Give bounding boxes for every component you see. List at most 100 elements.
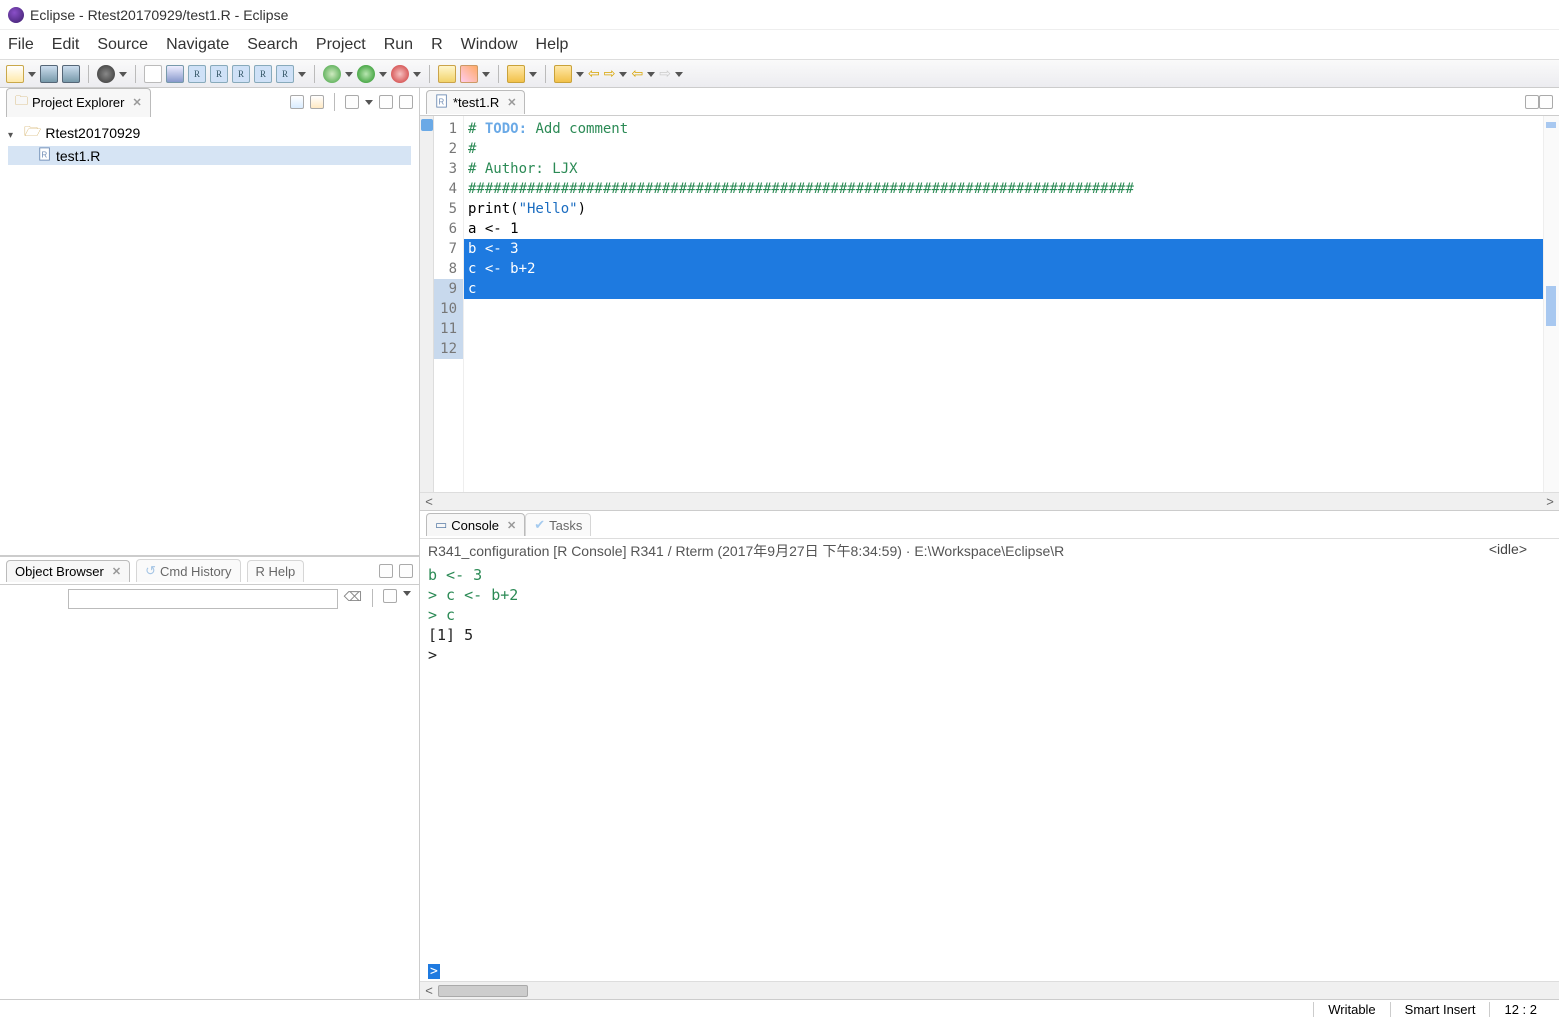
r-doc-icon[interactable]: R (188, 65, 206, 83)
dropdown-icon[interactable] (119, 70, 127, 78)
separator-icon (372, 589, 373, 607)
scroll-thumb[interactable] (438, 985, 528, 997)
minimize-icon[interactable] (379, 564, 393, 578)
wand-icon[interactable] (166, 65, 184, 83)
search-icon[interactable] (460, 65, 478, 83)
project-tree[interactable]: 🗁 Rtest20170929 R test1.R (0, 116, 419, 555)
maximize-icon[interactable] (399, 95, 413, 109)
tree-project-node[interactable]: 🗁 Rtest20170929 (8, 120, 411, 146)
minimize-icon[interactable] (1525, 95, 1539, 109)
annotation-gutter[interactable] (420, 116, 434, 492)
console-info-text: R341_configuration [R Console] R341 / Rt… (428, 541, 1064, 561)
pin-icon[interactable] (554, 65, 572, 83)
object-browser-title: Object Browser (15, 564, 104, 579)
folder-icon[interactable] (438, 65, 456, 83)
save-icon[interactable] (40, 65, 58, 83)
debug-icon[interactable] (323, 65, 341, 83)
scroll-left-icon[interactable]: < (420, 494, 438, 509)
todo-marker-icon[interactable] (421, 119, 433, 131)
maximize-icon[interactable] (1539, 95, 1553, 109)
link-editor-icon[interactable] (310, 95, 324, 109)
separator-icon (334, 93, 335, 111)
menu-project[interactable]: Project (316, 36, 366, 54)
menu-help[interactable]: Help (536, 36, 569, 54)
r-step-icon[interactable]: R (232, 65, 250, 83)
close-icon[interactable]: ✕ (112, 565, 121, 578)
r-config-icon[interactable]: R (276, 65, 294, 83)
console-output[interactable]: b <- 3> c <- b+2> c[1] 5> (420, 563, 1559, 962)
clear-filter-icon[interactable]: ⌫ (344, 589, 362, 609)
r-help-tab[interactable]: R Help (247, 560, 305, 582)
new-icon[interactable] (6, 65, 24, 83)
focus-icon[interactable] (345, 95, 359, 109)
eclipse-icon (8, 7, 24, 23)
external-tools-icon[interactable] (391, 65, 409, 83)
build-icon[interactable] (97, 65, 115, 83)
tasks-tab[interactable]: ✔ Tasks (525, 513, 591, 536)
separator-icon (545, 65, 546, 83)
project-explorer-tab[interactable]: 🗀 Project Explorer ✕ (6, 88, 151, 117)
console-hscroll[interactable]: < (420, 981, 1559, 999)
refresh-icon[interactable] (383, 589, 397, 603)
dropdown-icon[interactable] (576, 70, 584, 78)
object-browser-toolbar: ⌫ (0, 585, 419, 613)
menu-run[interactable]: Run (384, 36, 413, 54)
dropdown-icon[interactable] (647, 70, 655, 78)
minimize-icon[interactable] (379, 95, 393, 109)
editor-hscroll[interactable]: < > (420, 492, 1559, 510)
overview-ruler[interactable] (1543, 116, 1559, 492)
nav-back-icon[interactable]: ⇦ (631, 65, 643, 82)
editor-tab[interactable]: R *test1.R ✕ (426, 90, 525, 114)
dropdown-icon[interactable] (298, 70, 306, 78)
dropdown-icon[interactable] (529, 70, 537, 78)
history-icon: ↺ (145, 563, 156, 579)
nav-fwd-icon[interactable]: ⇨ (659, 65, 671, 82)
collapse-all-icon[interactable] (290, 95, 304, 109)
dropdown-icon[interactable] (413, 70, 421, 78)
menu-source[interactable]: Source (97, 36, 148, 54)
menu-window[interactable]: Window (461, 36, 518, 54)
r-run-icon[interactable]: R (210, 65, 228, 83)
close-icon[interactable]: ✕ (133, 96, 142, 109)
menu-search[interactable]: Search (247, 36, 298, 54)
object-browser-tab[interactable]: Object Browser ✕ (6, 560, 130, 582)
editor-tab-title: *test1.R (453, 95, 499, 110)
dropdown-icon[interactable] (403, 589, 411, 597)
bookmark-icon[interactable] (507, 65, 525, 83)
console-icon: ▭ (435, 517, 447, 533)
back-arrow-icon[interactable]: ⇦ (588, 65, 600, 82)
title-bar: Eclipse - Rtest20170929/test1.R - Eclips… (0, 0, 1559, 30)
status-cursor-pos: 12 : 2 (1489, 1002, 1551, 1017)
scroll-left-icon[interactable]: < (420, 983, 438, 998)
save-all-icon[interactable] (62, 65, 80, 83)
menu-r[interactable]: R (431, 36, 443, 54)
expand-icon[interactable] (8, 125, 20, 141)
menu-navigate[interactable]: Navigate (166, 36, 229, 54)
dropdown-icon[interactable] (482, 70, 490, 78)
console-prompt[interactable]: > (420, 962, 1559, 981)
dropdown-icon[interactable] (28, 70, 36, 78)
line-number-gutter[interactable]: 123456789101112 (434, 116, 464, 492)
close-icon[interactable]: ✕ (507, 96, 516, 109)
run-icon[interactable] (357, 65, 375, 83)
menu-file[interactable]: File (8, 36, 34, 54)
dropdown-icon[interactable] (345, 70, 353, 78)
maximize-icon[interactable] (399, 564, 413, 578)
dropdown-icon[interactable] (379, 70, 387, 78)
view-menu-icon[interactable] (365, 98, 373, 106)
menu-edit[interactable]: Edit (52, 36, 80, 54)
dropdown-icon[interactable] (675, 70, 683, 78)
fwd-arrow-icon[interactable]: ⇨ (604, 65, 616, 82)
console-tab[interactable]: ▭ Console ✕ (426, 513, 525, 536)
r-fn-icon[interactable]: R (254, 65, 272, 83)
tree-file-node[interactable]: R test1.R (8, 146, 411, 165)
scroll-right-icon[interactable]: > (1541, 494, 1559, 509)
close-icon[interactable]: ✕ (507, 519, 516, 532)
dropdown-icon[interactable] (619, 70, 627, 78)
filter-input[interactable] (68, 589, 338, 609)
cmd-history-tab[interactable]: ↺ Cmd History (136, 559, 240, 582)
code-editor[interactable]: # TODO: Add comment# # Author: LJX######… (464, 116, 1543, 492)
tool-icon[interactable] (144, 65, 162, 83)
editor-tabbar: R *test1.R ✕ (420, 88, 1559, 116)
console-idle-label: <idle> (1489, 541, 1527, 561)
